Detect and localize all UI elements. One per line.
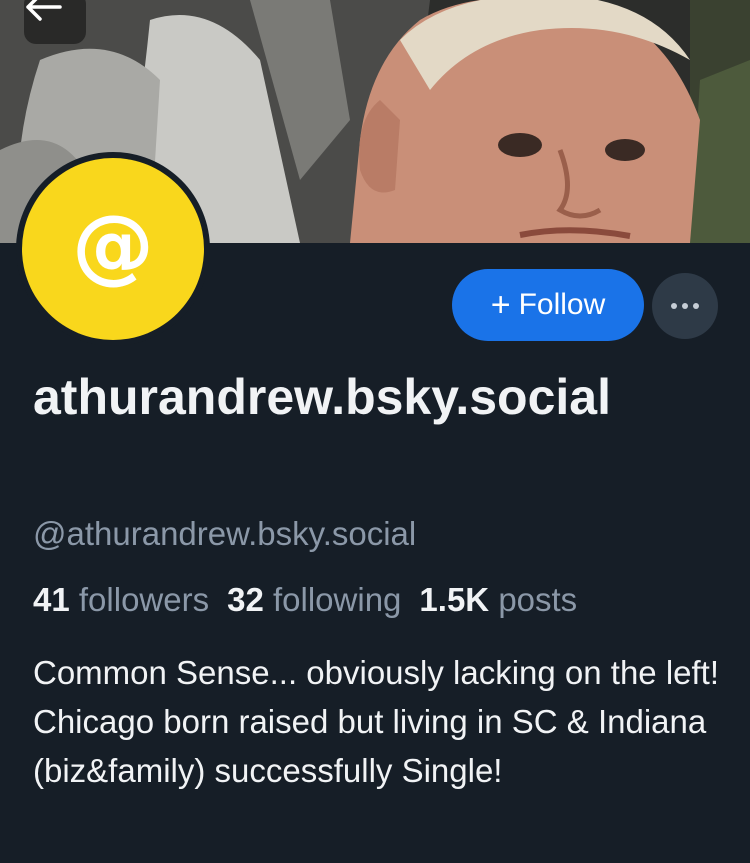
avatar-image: @ (22, 158, 204, 340)
ellipsis-icon (671, 303, 699, 309)
display-name: athurandrew.bsky.social (33, 369, 611, 425)
followers-stat[interactable]: 41 followers (33, 578, 209, 622)
handle: @athurandrew.bsky.social (33, 515, 417, 552)
following-stat[interactable]: 32 following (227, 578, 401, 622)
posts-label: posts (498, 581, 578, 618)
profile-bio: Common Sense... obviously lacking on the… (33, 654, 720, 789)
followers-label: followers (78, 581, 210, 618)
posts-count: 1.5K (419, 581, 490, 618)
at-symbol: @ (72, 198, 154, 293)
follow-label: Follow (518, 288, 606, 321)
profile-stats: 41 followers 32 following 1.5K posts (33, 578, 577, 622)
back-button[interactable] (24, 0, 86, 44)
followers-count: 41 (33, 581, 70, 618)
follow-button[interactable]: + Follow (452, 269, 644, 341)
following-label: following (273, 581, 402, 618)
arrow-left-icon (26, 0, 62, 21)
posts-stat: 1.5K posts (419, 578, 577, 622)
avatar[interactable]: @ (16, 152, 210, 346)
plus-icon: + (490, 286, 511, 324)
more-options-button[interactable] (652, 273, 718, 339)
following-count: 32 (227, 581, 264, 618)
